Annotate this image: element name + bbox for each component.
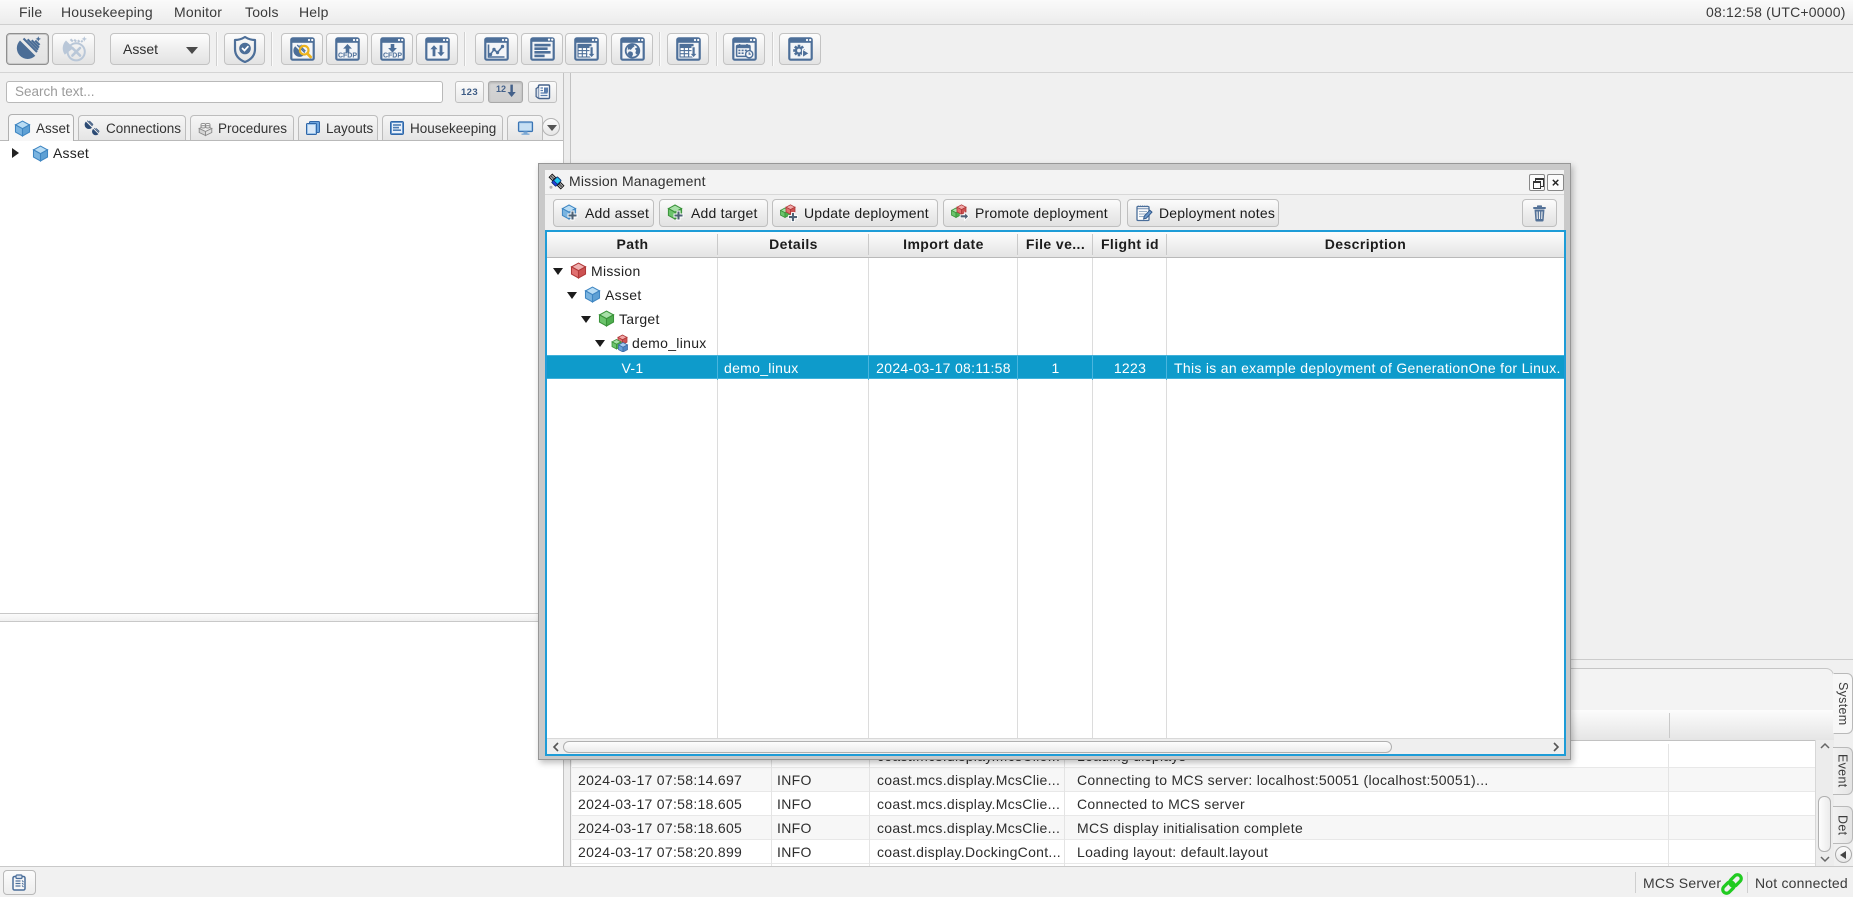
svg-text:CFDP: CFDP: [337, 53, 356, 60]
svg-text:12: 12: [496, 84, 506, 94]
svg-text:CFDP: CFDP: [382, 53, 401, 60]
